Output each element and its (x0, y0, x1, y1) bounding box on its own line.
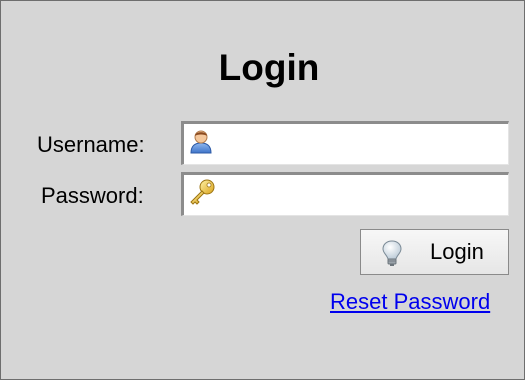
login-button[interactable]: Login (360, 229, 509, 275)
password-input[interactable] (181, 172, 509, 216)
user-icon (190, 130, 212, 154)
username-input[interactable] (181, 121, 509, 165)
password-label: Password: (41, 183, 144, 208)
reset-password-link[interactable]: Reset Password (330, 289, 490, 315)
username-label: Username: (37, 132, 145, 157)
key-icon (190, 179, 215, 205)
login-panel: Login Username: Password: Login Reset Pa… (0, 0, 525, 380)
lightbulb-icon (382, 240, 402, 266)
login-button-label: Login (430, 239, 484, 264)
login-title: Login (218, 47, 320, 88)
